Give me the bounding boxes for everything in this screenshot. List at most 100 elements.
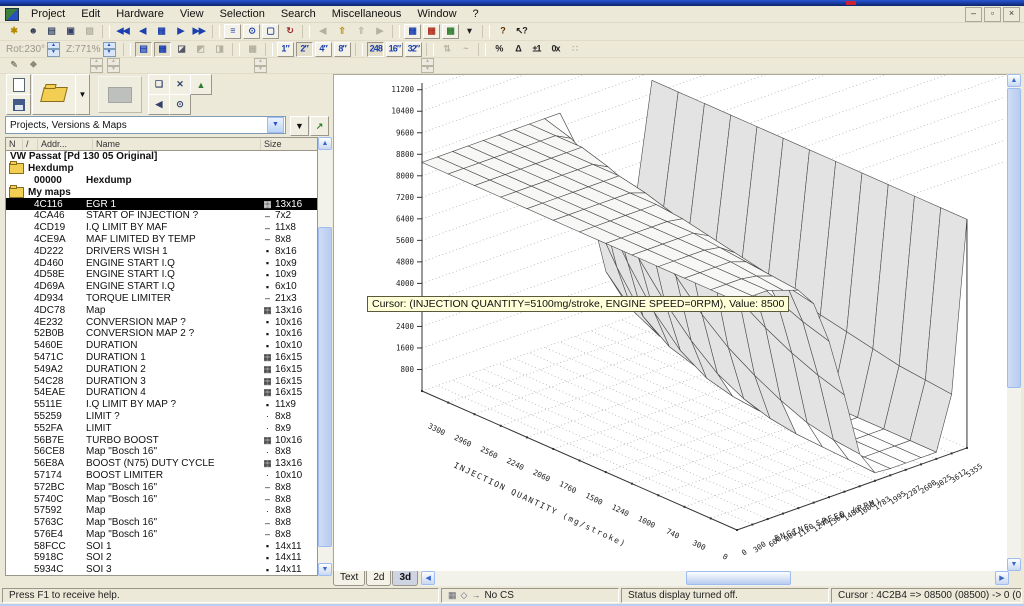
minimize-button[interactable]: – [965,7,982,22]
scroll-left-icon[interactable]: ◀ [421,571,435,585]
inspect-map-button[interactable]: ⊙ [169,94,191,115]
mode-248-button[interactable]: 248 [367,42,385,57]
tab-text[interactable]: Text [333,571,365,586]
table-difference-button[interactable]: ▦ [423,24,440,39]
copy-window-button[interactable]: ▣ [62,24,79,39]
help-button[interactable]: ? [494,24,511,39]
map-list-button[interactable]: ≡ [224,24,241,39]
scroll-down-icon[interactable]: ▼ [318,563,332,576]
menu-view[interactable]: View [172,7,212,21]
map-list-row[interactable]: 56E8ABOOST (N75) DUTY CYCLE▦13x16 [6,458,317,470]
width-2-button[interactable]: 2″ [296,42,313,57]
map-list-row[interactable]: 5934CSOI 3▪14x11 [6,564,317,576]
open-dropdown-button[interactable]: ▼ [75,74,90,115]
open-project-button[interactable] [32,74,76,115]
hex-display-button[interactable]: 0x [547,42,564,57]
width-1-button[interactable]: 1″ [277,42,294,57]
objects-button[interactable]: ❖ [24,58,41,73]
scroll-thumb[interactable] [318,227,332,547]
menu-help[interactable]: ? [465,7,487,21]
delta-button[interactable]: Δ [509,42,526,57]
refresh-button[interactable]: ↻ [281,24,298,39]
graph-vertical-scrollbar[interactable]: ▲ ▼ [1007,74,1021,571]
menu-selection[interactable]: Selection [212,7,273,21]
map-search-button[interactable]: ⊙ [243,24,260,39]
map-list-row[interactable]: 54C28DURATION 3▦16x15 [6,375,317,387]
map-list-row[interactable]: 5460EDURATION▪10x10 [6,340,317,352]
menu-edit[interactable]: Edit [73,7,108,21]
column-slash[interactable]: / [23,139,38,150]
zoom-spinner[interactable]: ▲▼ [103,42,116,57]
map-list-row[interactable]: 4D69AENGINE START I.Q▪6x10 [6,281,317,293]
map-list-scrollbar[interactable]: ▲ ▼ [318,137,332,576]
map-list-row[interactable]: 4CE9AMAF LIMITED BY TEMP–8x8 [6,234,317,246]
upload-button[interactable]: ▲ [190,74,212,95]
mode-32-button[interactable]: 32″ [405,42,422,57]
map-list-row[interactable]: 576E4Map "Bosch 16"–8x8 [6,529,317,541]
folder-row[interactable]: Hexdump [6,163,317,175]
map-list-row[interactable]: 4CD19I.Q LIMIT BY MAF–11x8 [6,222,317,234]
map-list-row[interactable]: 572BCMap "Bosch 16"–8x8 [6,481,317,493]
menu-project[interactable]: Project [23,7,73,21]
map-list-row[interactable]: 58FCCSOI 1▪14x11 [6,540,317,552]
map-list-row[interactable]: 5740CMap "Bosch 16"–8x8 [6,493,317,505]
tab-2d[interactable]: 2d [366,571,391,586]
customer-data-button[interactable]: ☻ [24,24,41,39]
rotation-spinner[interactable]: ▲▼ [47,42,60,57]
scroll-right-icon[interactable]: ▶ [995,571,1009,585]
column-size[interactable]: Size [261,139,317,150]
print-button[interactable]: ▤ [43,24,60,39]
graph-horizontal-scrollbar[interactable]: ◀ ▶ [421,571,1009,586]
prev-map-button[interactable]: ◀ [133,24,150,39]
map-overview-button[interactable]: ▦ [152,24,169,39]
last-map-button[interactable]: ▶▶ [190,24,207,39]
scroll-down-icon[interactable]: ▼ [1007,558,1021,571]
import-button[interactable]: ✱ [5,24,22,39]
map-list-row[interactable]: 552FALIMIT·8x9 [6,422,317,434]
map-list-row[interactable]: 4D222DRIVERS WISH 1▪8x16 [6,245,317,257]
map-list-row[interactable]: 4DC78Map▦13x16 [6,304,317,316]
percent-button[interactable]: % [490,42,507,57]
column-name[interactable]: Name [93,139,261,150]
view-2d-button[interactable]: ▤ [135,42,152,57]
save-button[interactable] [6,94,31,115]
table-version-button[interactable]: ▦ [442,24,459,39]
map-list-row[interactable]: 5511EI.Q LIMIT BY MAP ?▪11x9 [6,399,317,411]
table-original-button[interactable]: ▦ [404,24,421,39]
script-button[interactable]: ✎ [5,58,22,73]
map-list-row[interactable]: 5918CSOI 2▪14x11 [6,552,317,564]
export-map-button[interactable]: ◀ [148,94,170,115]
menu-search[interactable]: Search [273,7,324,21]
map-list-row[interactable]: 56B7ETURBO BOOST▦10x16 [6,434,317,446]
offset-button[interactable]: ±1 [528,42,545,57]
folder-row[interactable]: My maps [6,186,317,198]
scroll-thumb[interactable] [1007,88,1021,388]
map-list-row[interactable]: 52B0BCONVERSION MAP 2 ?▪10x16 [6,328,317,340]
map-list-row[interactable]: 00000Hexdump [6,175,317,187]
next-map-button[interactable]: ▶ [171,24,188,39]
width-8-button[interactable]: 8″ [334,42,351,57]
menu-window[interactable]: Window [409,7,464,21]
close-version-button[interactable]: ✕ [169,74,191,95]
map-list-row[interactable]: 57174BOOST LIMITER·10x10 [6,470,317,482]
context-help-button[interactable]: ↖? [513,24,530,39]
view-3d-button[interactable]: ▦ [154,42,171,57]
scroll-thumb[interactable] [686,571,792,585]
column-n[interactable]: N [6,139,23,150]
map-list-row[interactable]: 4C116EGR 1▦13x16 [6,198,317,210]
folder-up-button[interactable]: ⇧ [333,24,350,39]
menu-miscellaneous[interactable]: Miscellaneous [324,7,410,21]
width-4-button[interactable]: 4″ [315,42,332,57]
map-list-row[interactable]: 4D934TORQUE LIMITER–21x3 [6,293,317,305]
first-map-button[interactable]: ◀◀ [114,24,131,39]
scroll-up-icon[interactable]: ▲ [318,137,332,150]
map-list-row[interactable]: 54EAEDURATION 4▦16x15 [6,387,317,399]
new-window-button[interactable]: ▢ [262,24,279,39]
map-list-row[interactable]: 5471CDURATION 1▦16x15 [6,352,317,364]
compare-version-button[interactable]: ❏ [148,74,170,95]
tree-mode-combobox[interactable]: Projects, Versions & Maps ▼ [5,116,286,134]
new-version-button[interactable] [6,74,31,95]
project-row[interactable]: VW Passat [Pd 130 05 Original] [6,151,317,163]
map-list-row[interactable]: 5763CMap "Bosch 16"–8x8 [6,517,317,529]
restore-button[interactable]: ▫ [984,7,1001,22]
